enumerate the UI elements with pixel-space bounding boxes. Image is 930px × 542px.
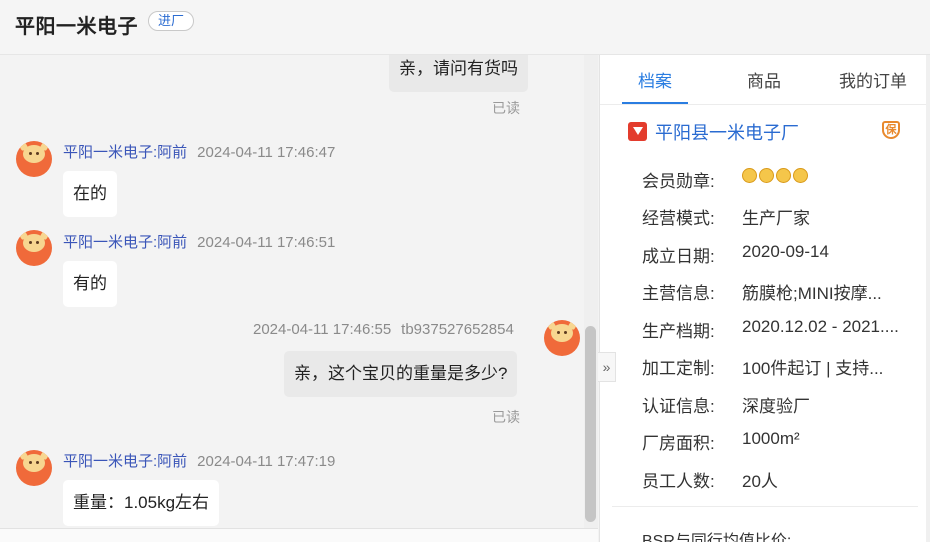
tab-products[interactable]: 商品 [747,67,781,92]
info-value-employees: 20人 [742,472,778,491]
user-avatar[interactable] [544,320,580,356]
chat-scrollbar-thumb[interactable] [585,326,596,522]
message-time: 2024-04-11 17:46:55 [253,321,392,338]
bsr-price-comparison-label: BSR与同行均值比价: [642,533,792,542]
info-label-customization: 加工定制: [642,359,715,378]
info-value-founded: 2020-09-14 [742,242,829,261]
company-logo-icon [628,122,647,141]
message-time: 2024-04-11 17:46:51 [197,234,336,251]
tab-profile[interactable]: 档案 [638,67,672,92]
info-label-factory-area: 厂房面积: [642,434,715,453]
message-bubble-incoming: 重量：1.05kg左右 [63,480,220,526]
enter-factory-badge[interactable]: 进厂 [148,11,195,31]
info-label-employees: 员工人数: [642,472,715,491]
info-value-factory-area: 1000m² [742,429,800,448]
chat-message-list[interactable]: 亲，请问有货吗 已读 平阳一米电子:阿前 2024-04-11 17:46:47 … [3,55,598,528]
section-divider [612,506,918,507]
active-tab-indicator [622,102,688,104]
seller-avatar[interactable] [16,141,52,177]
medal-icon [793,168,808,183]
certified-shield-icon[interactable]: 保 [882,121,900,139]
medal-icon [742,168,757,183]
info-label-certification: 认证信息: [642,397,715,416]
input-area-edge [0,528,598,542]
read-status: 已读 [492,100,520,116]
tab-divider [600,104,927,105]
info-label-founded: 成立日期: [642,247,715,266]
shop-info-panel: 档案 商品 我的订单 平阳县一米电子厂 保 会员勋章: 经营模式: 生产厂家 成… [599,55,927,542]
company-name-link[interactable]: 平阳县一米电子厂 [655,119,799,145]
message-bubble-incoming: 在的 [63,171,117,217]
sender-name: 平阳一米电子:阿前 [63,234,188,251]
seller-avatar[interactable] [16,450,52,486]
shop-title: 平阳一米电子 [15,16,138,38]
window-edge [926,55,930,542]
read-status: 已读 [492,409,520,425]
message-bubble-outgoing: 亲，这个宝贝的重量是多少? [284,351,518,397]
tab-my-orders[interactable]: 我的订单 [839,67,907,92]
info-value-business-model: 生产厂家 [742,209,810,228]
message-bubble-incoming: 有的 [63,261,117,307]
sender-name: tb937527652854 [401,321,514,338]
info-value-certification: 深度验厂 [742,397,810,416]
message-meta: 平阳一米电子:阿前 2024-04-11 17:46:51 [63,231,335,252]
message-meta: 平阳一米电子:阿前 2024-04-11 17:46:47 [63,141,335,162]
info-value-production-schedule[interactable]: 2020.12.02 - 2021.... [742,317,899,337]
info-label-main-business: 主营信息: [642,284,715,303]
double-chevron-right-icon[interactable]: » [598,352,616,382]
message-time: 2024-04-11 17:47:19 [197,453,336,470]
member-medals [742,167,810,187]
sender-name: 平阳一米电子:阿前 [63,453,188,470]
seller-avatar[interactable] [16,230,52,266]
message-bubble-outgoing: 亲，请问有货吗 [389,55,528,92]
sender-name: 平阳一米电子:阿前 [63,144,188,161]
info-label-medals: 会员勋章: [642,172,715,191]
info-value-main-business[interactable]: 筋膜枪;MINI按摩... [742,279,882,304]
chat-header: 平阳一米电子 进厂 [0,0,930,55]
message-meta: 平阳一米电子:阿前 2024-04-11 17:47:19 [63,450,335,471]
message-meta: 2024-04-11 17:46:55 tb937527652854 [253,321,514,338]
medal-icon [759,168,774,183]
medal-icon [776,168,791,183]
info-label-business-model: 经营模式: [642,209,715,228]
info-label-production-schedule: 生产档期: [642,322,715,341]
info-value-customization[interactable]: 100件起订 | 支持... [742,354,883,379]
message-time: 2024-04-11 17:46:47 [197,144,336,161]
